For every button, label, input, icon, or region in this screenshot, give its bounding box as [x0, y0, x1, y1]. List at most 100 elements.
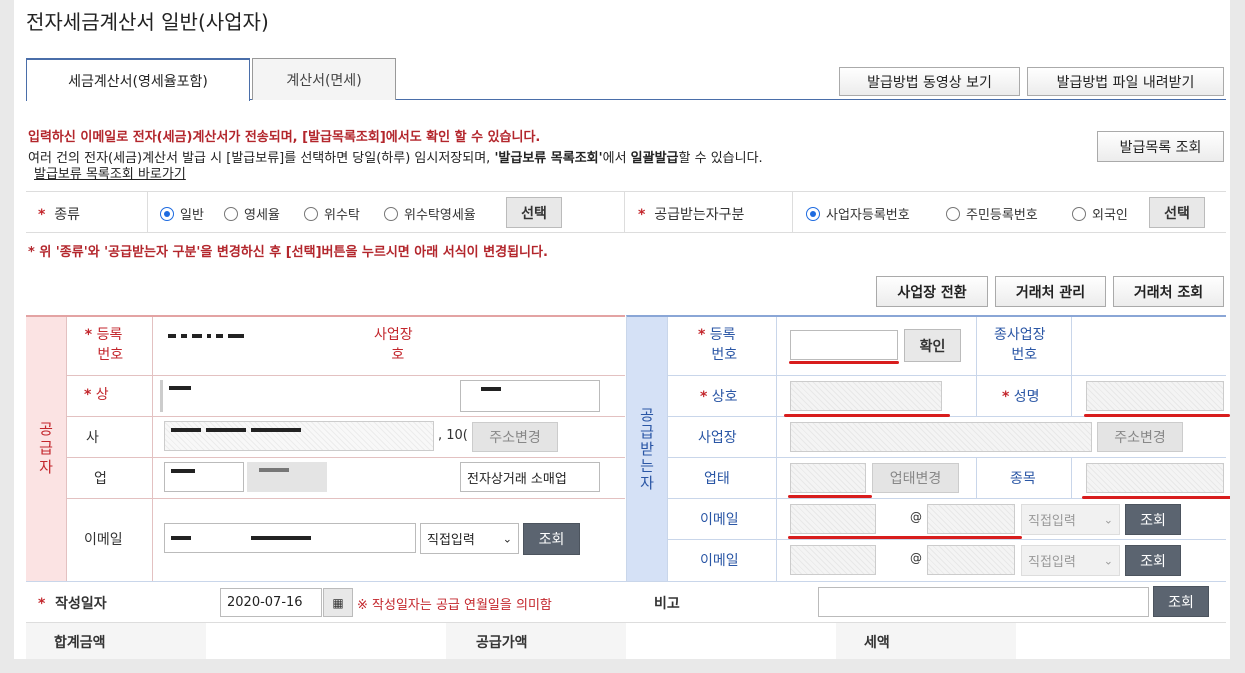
at-sign: @ [910, 510, 922, 524]
page-title: 전자세금계산서 일반(사업자) [26, 10, 269, 34]
supplier-reg-label: * 등록 번호 [84, 327, 124, 363]
supplier-type-redacted [164, 462, 244, 492]
issue-list-button[interactable]: 발급목록 조회 [1097, 131, 1224, 162]
receiver-type-change-button[interactable]: 업태변경 [872, 463, 959, 493]
type-radio-general[interactable]: 일반 [160, 204, 204, 223]
receiver-name-input[interactable] [790, 381, 942, 411]
invoice-page: 전자세금계산서 일반(사업자) 세금계산서(영세율포함) 계산서(면세) 발급방… [14, 0, 1230, 659]
supplier-address-label: 사 [86, 430, 99, 446]
memo-label: 비고 [654, 596, 680, 612]
receiver-email2-id-input[interactable] [790, 545, 876, 575]
receiver-email2-search-button[interactable]: 조회 [1125, 545, 1181, 576]
change-warning: * 위 '종류'와 '공급받는자 구분'을 변경하신 후 [선택]버튼을 누르시… [28, 245, 548, 260]
hold-list-link[interactable]: 발급보류 목록조회 바로가기 [34, 163, 186, 182]
supplier-type-change-redacted [247, 462, 327, 492]
receiver-select-button[interactable]: 선택 [1149, 197, 1205, 228]
radio-selected-icon [806, 206, 820, 221]
divider [26, 232, 1226, 233]
receiver-email2-domain-input[interactable] [927, 545, 1015, 575]
receiver-type-input[interactable] [790, 463, 866, 493]
receiver-radio-resident[interactable]: 주민등록번호 [946, 204, 1038, 223]
receiver-ceo-input[interactable] [1086, 381, 1224, 411]
receiver-sub-label: 종사업장 번호 [994, 327, 1046, 363]
radio-selected-icon [160, 206, 174, 221]
supplier-email-domain-select[interactable]: 직접입력 ⌄ [420, 523, 519, 554]
receiver-address-label: 사업장 [698, 430, 737, 446]
receiver-ceo-label: * 성명 [1002, 389, 1040, 405]
chevron-down-icon: ⌄ [502, 532, 512, 545]
write-date-input[interactable]: 2020-07-16 [220, 588, 322, 617]
write-date-label: * 작성일자 [38, 596, 107, 612]
highlight-underline [788, 495, 872, 498]
receiver-email-id-input[interactable] [790, 504, 876, 534]
receiver-address-change-button[interactable]: 주소변경 [1097, 422, 1183, 452]
chevron-down-icon: ⌄ [1103, 554, 1113, 567]
receiver-email-domain-select[interactable]: 직접입력 ⌄ [1021, 504, 1120, 535]
supplier-ceo-redacted [460, 380, 600, 412]
memo-input[interactable] [818, 587, 1149, 617]
supplier-section-header: 공급자 [26, 317, 67, 581]
supplier-email-search-button[interactable]: 조회 [523, 523, 580, 555]
receiver-section-header: 공급받는자 [627, 317, 668, 581]
receiver-reg-number-input[interactable] [790, 330, 898, 360]
radio-icon [384, 206, 398, 221]
calendar-icon[interactable]: ▦ [323, 588, 353, 617]
receiver-radio-business[interactable]: 사업자등록번호 [806, 204, 910, 223]
supplier-email-redacted[interactable] [164, 523, 416, 553]
receiver-email-search-button[interactable]: 조회 [1125, 504, 1181, 535]
radio-icon [1072, 206, 1086, 221]
type-radio-consign[interactable]: 위수탁 [304, 204, 360, 223]
supplier-address-redacted [164, 421, 434, 451]
receiver-radio-foreigner[interactable]: 외국인 [1072, 204, 1128, 223]
memo-search-button[interactable]: 조회 [1153, 586, 1209, 617]
highlight-underline [789, 361, 899, 364]
supplier-email-label: 이메일 [84, 532, 123, 548]
supplier-name-label: * 상 [84, 387, 109, 403]
receiver-email2-domain-select[interactable]: 직접입력 ⌄ [1021, 545, 1120, 576]
divider [26, 191, 1226, 192]
receiver-item-input[interactable] [1086, 463, 1224, 493]
notice-email: 입력하신 이메일로 전자(세금)계산서가 전송되며, [발급목록조회]에서도 확… [28, 130, 541, 145]
receiver-reg-confirm-button[interactable]: 확인 [904, 329, 961, 362]
highlight-underline [788, 536, 1022, 539]
highlight-underline [784, 414, 950, 417]
supplier-sub-label: 사업장 호 [374, 327, 413, 363]
switch-workplace-button[interactable]: 사업장 전환 [876, 276, 988, 307]
type-select-button[interactable]: 선택 [506, 197, 562, 228]
receiver-type-label: * 공급받는자구분 [638, 207, 745, 223]
receiver-name-label: * 상호 [700, 389, 738, 405]
scrollbar-track[interactable] [1230, 15, 1245, 673]
receiver-item-label: 종목 [1010, 471, 1036, 487]
radio-icon [304, 206, 318, 221]
supplier-name-redacted [160, 380, 430, 412]
receiver-type-label: 업태 [704, 471, 730, 487]
highlight-underline [1084, 414, 1230, 417]
receiver-email-domain-input[interactable] [927, 504, 1015, 534]
receiver-email2-label: 이메일 [700, 553, 739, 569]
chevron-down-icon: ⌄ [1103, 513, 1113, 526]
radio-icon [224, 206, 238, 221]
highlight-underline [1082, 496, 1230, 499]
search-partners-button[interactable]: 거래처 조회 [1113, 276, 1224, 307]
supplier-item-field[interactable]: 전자상거래 소매업 [460, 462, 600, 492]
receiver-email-label: 이메일 [700, 512, 739, 528]
supplier-reg-value-redacted [160, 328, 350, 362]
supplier-type-label: 업 [94, 471, 107, 487]
tab-tax-invoice[interactable]: 세금계산서(영세율포함) [26, 58, 250, 101]
total-amount-label: 합계금액 [54, 635, 106, 651]
download-guide-button[interactable]: 발급방법 파일 내려받기 [1027, 67, 1224, 96]
video-guide-button[interactable]: 발급방법 동영상 보기 [839, 67, 1020, 96]
manage-partners-button[interactable]: 거래처 관리 [995, 276, 1106, 307]
type-label: * 종류 [38, 207, 80, 223]
at-sign: @ [910, 551, 922, 565]
supplier-address-change-button[interactable]: 주소변경 [472, 422, 558, 452]
write-date-note: ※ 작성일자는 공급 연월일을 의미함 [357, 598, 552, 613]
tax-amount-label: 세액 [864, 635, 890, 651]
radio-icon [946, 206, 960, 221]
receiver-address-input[interactable] [790, 422, 1092, 452]
receiver-reg-label: * 등록 번호 [698, 327, 738, 363]
supply-amount-label: 공급가액 [476, 635, 528, 651]
tab-invoice[interactable]: 계산서(면세) [252, 58, 396, 100]
type-radio-zero-rate[interactable]: 영세율 [224, 204, 280, 223]
type-radio-consign-zero[interactable]: 위수탁영세율 [384, 204, 476, 223]
